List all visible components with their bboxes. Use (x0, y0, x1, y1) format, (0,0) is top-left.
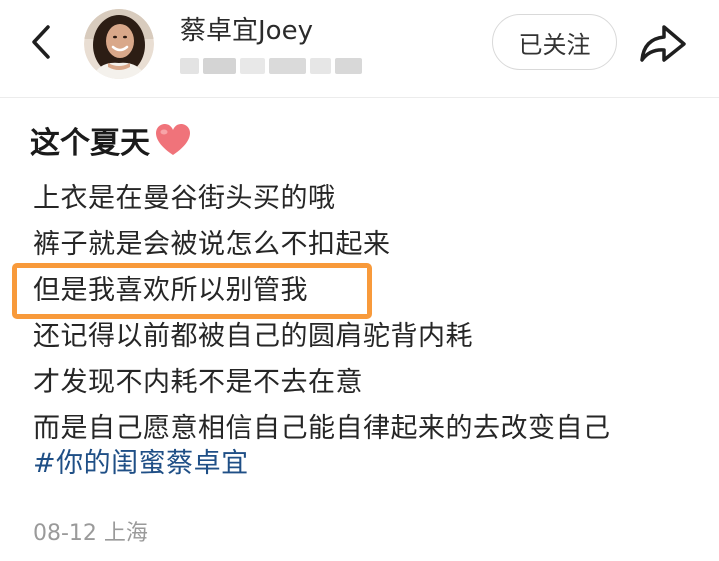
avatar[interactable] (84, 9, 154, 79)
post-title: 这个夏天 (30, 118, 192, 162)
post-line: 才发现不内耗不是不去在意 (33, 367, 363, 398)
post-line: 还记得以前都被自己的圆肩驼背内耗 (33, 321, 473, 352)
user-avatar-icon (84, 9, 154, 79)
post-title-text: 这个夏天 (30, 126, 150, 161)
username[interactable]: 蔡卓宜Joey (180, 10, 313, 47)
weibo-post-page: 蔡卓宜Joey 已关注 这个夏天 上衣是在曼谷街头买的哦 裤子就是会被说怎么不扣… (0, 0, 719, 561)
share-button[interactable] (634, 19, 690, 67)
back-button[interactable] (22, 22, 62, 62)
post-line: 裤子就是会被说怎么不扣起来 (33, 229, 391, 260)
share-arrow-icon (640, 25, 686, 62)
chevron-left-icon (32, 25, 50, 59)
post-line: 上衣是在曼谷街头买的哦 (33, 183, 336, 214)
post-header: 蔡卓宜Joey 已关注 (0, 0, 719, 98)
hashtag-link[interactable]: #你的闺蜜蔡卓宜 (33, 441, 249, 487)
post-line: 但是我喜欢所以别管我 (33, 275, 308, 306)
post-body: 上衣是在曼谷街头买的哦 裤子就是会被说怎么不扣起来 但是我喜欢所以别管我 还记得… (33, 176, 713, 452)
blurred-subtitle (180, 58, 362, 74)
followed-button[interactable]: 已关注 (492, 14, 617, 70)
post-date-location: 08-12 上海 (33, 521, 148, 546)
red-heart-emoji-icon (156, 124, 190, 155)
